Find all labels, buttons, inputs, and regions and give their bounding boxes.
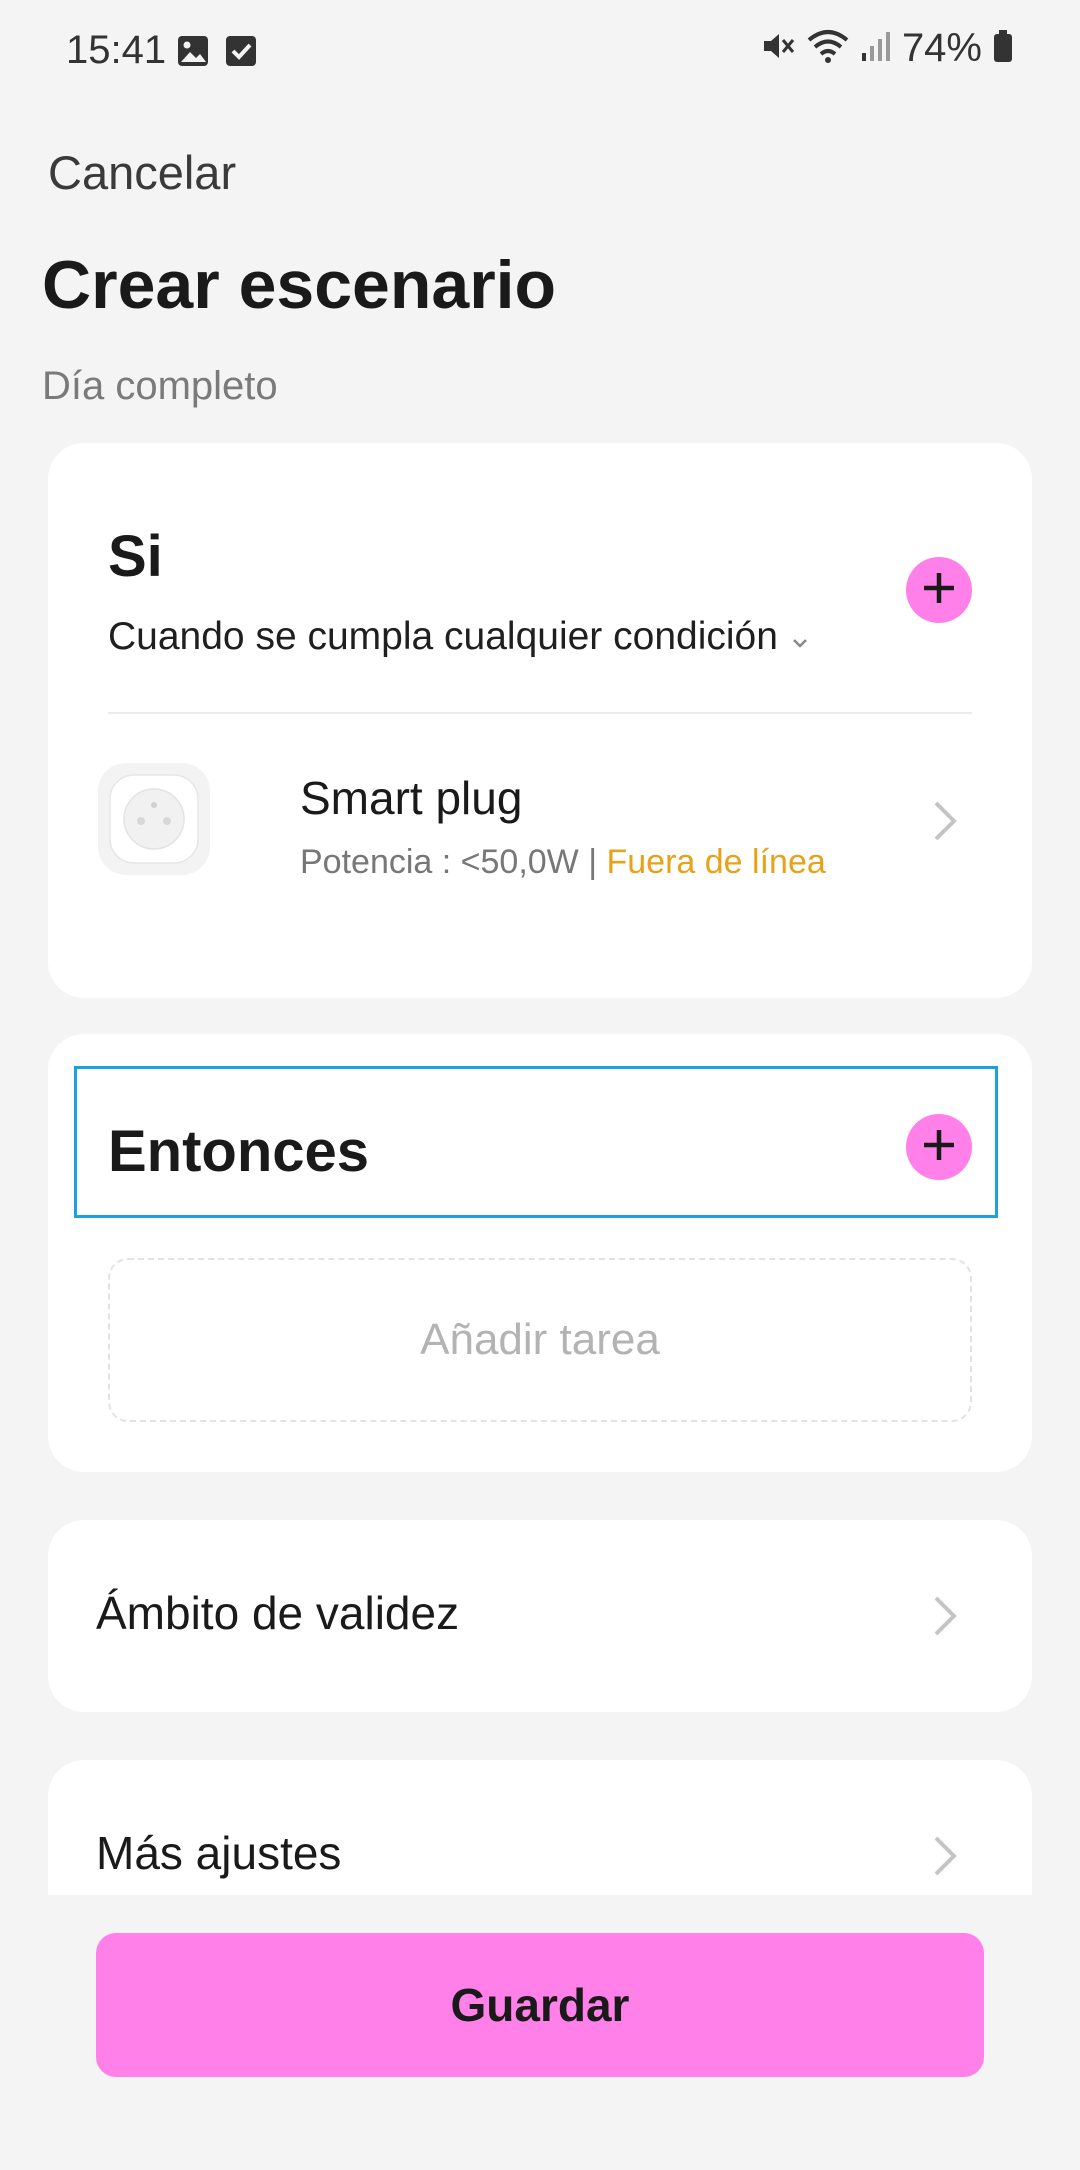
page-subtitle: Día completo bbox=[42, 364, 278, 408]
if-title: Si bbox=[108, 524, 163, 589]
if-card: Si Cuando se cumpla cualquier condición bbox=[48, 443, 1032, 998]
validity-row[interactable]: Ámbito de validez bbox=[48, 1520, 1032, 1712]
page-title: Crear escenario bbox=[42, 247, 557, 323]
bottom-bar: Guardar bbox=[0, 1895, 1080, 2170]
battery-icon bbox=[992, 29, 1014, 68]
smart-plug-icon bbox=[98, 763, 210, 875]
check-square-icon bbox=[224, 34, 258, 73]
chevron-right-icon bbox=[932, 1594, 958, 1638]
image-icon bbox=[176, 34, 210, 73]
device-status: Fuera de línea bbox=[606, 843, 826, 881]
device-name: Smart plug bbox=[300, 772, 523, 824]
add-task-button[interactable]: Añadir tarea bbox=[108, 1258, 972, 1422]
condition-selector[interactable]: Cuando se cumpla cualquier condición bbox=[108, 615, 808, 659]
add-condition-button[interactable] bbox=[906, 557, 972, 623]
device-detail: Potencia : <50,0W | Fuera de línea bbox=[300, 843, 826, 882]
plus-icon bbox=[919, 1125, 959, 1170]
mute-icon bbox=[760, 28, 796, 69]
then-title: Entonces bbox=[108, 1119, 370, 1184]
chevron-right-icon bbox=[932, 799, 958, 843]
condition-label: Cuando se cumpla cualquier condición bbox=[108, 615, 778, 658]
condition-item-smart-plug[interactable]: Smart plug Potencia : <50,0W | Fuera de … bbox=[98, 763, 998, 883]
validity-label: Ámbito de validez bbox=[96, 1587, 460, 1639]
device-power-condition: Potencia : <50,0W | bbox=[300, 843, 607, 881]
add-action-button[interactable] bbox=[906, 1114, 972, 1180]
wifi-icon bbox=[806, 28, 850, 69]
divider bbox=[108, 712, 972, 714]
status-time: 15:41 bbox=[66, 28, 167, 72]
battery-percentage: 74% bbox=[901, 26, 982, 70]
more-settings-label: Más ajustes bbox=[96, 1827, 342, 1879]
cancel-button[interactable]: Cancelar bbox=[48, 145, 236, 200]
save-button[interactable]: Guardar bbox=[96, 1933, 984, 2077]
status-notification-icons bbox=[176, 34, 258, 73]
status-system-icons: 74% bbox=[760, 26, 1014, 71]
signal-icon bbox=[860, 29, 892, 68]
then-card: Entonces Añadir tarea bbox=[48, 1034, 1032, 1472]
chevron-down-icon bbox=[792, 615, 808, 659]
chevron-right-icon bbox=[932, 1834, 958, 1878]
plus-icon bbox=[919, 568, 959, 613]
status-bar: 15:41 74% bbox=[0, 0, 1080, 105]
